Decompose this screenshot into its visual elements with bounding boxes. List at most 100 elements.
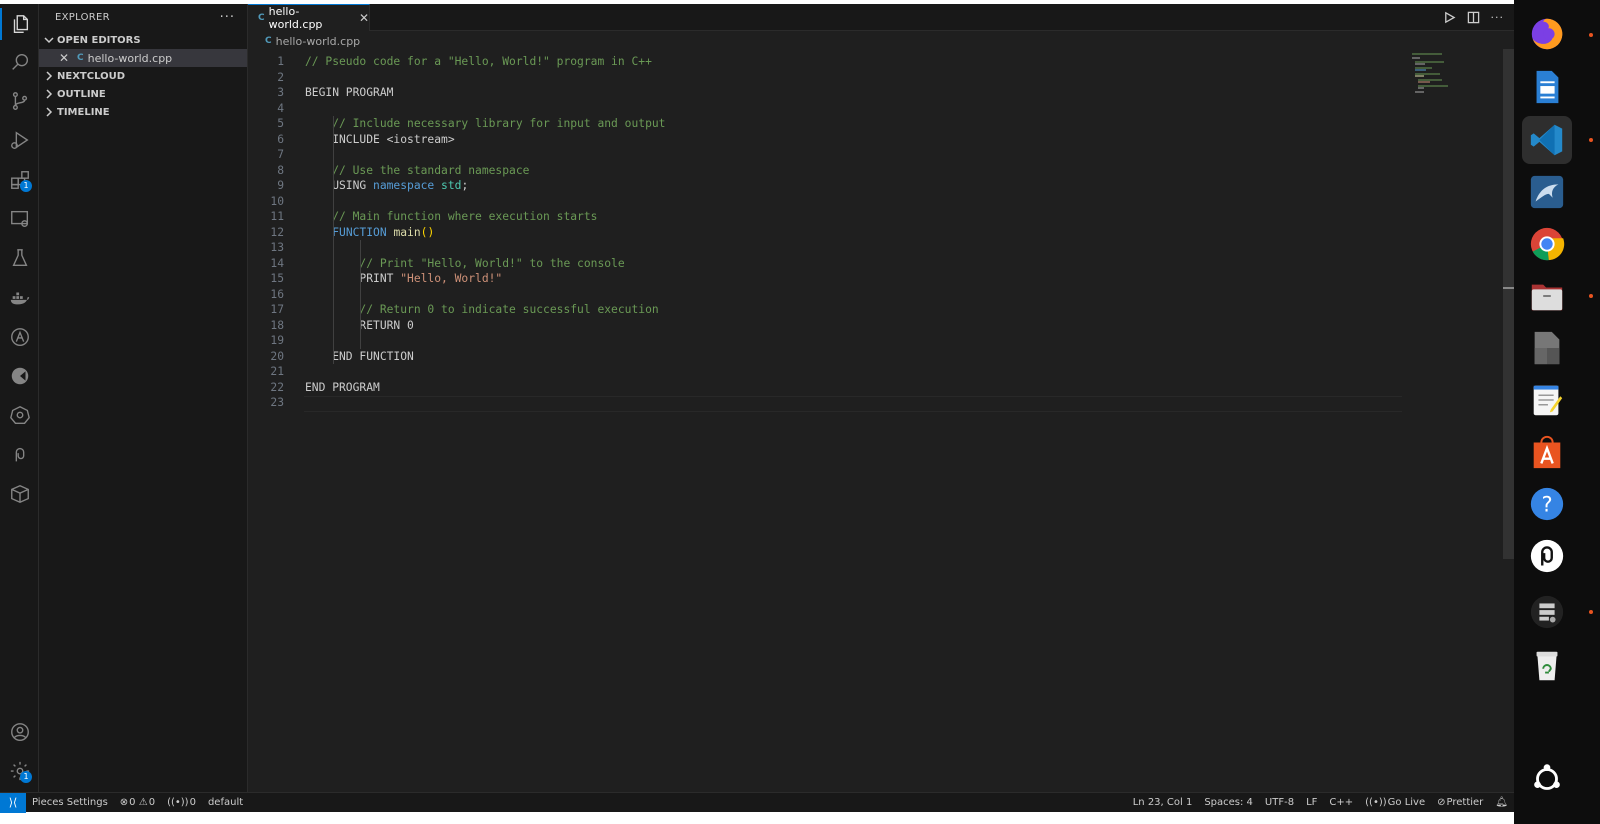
ports-indicator[interactable]: ((•)) 0 [161, 797, 202, 808]
code-editor[interactable]: 1 // Pseudo code for a "Hello, World!" pr… [248, 49, 1504, 792]
chrome-icon[interactable] [1522, 220, 1572, 268]
language-mode[interactable]: C++ [1323, 797, 1359, 808]
line-number: 18 [270, 318, 284, 332]
tab-label: hello-world.cpp [268, 5, 323, 31]
line-number: 16 [270, 287, 284, 301]
split-editor-icon[interactable] [1467, 11, 1480, 24]
explorer-icon[interactable] [0, 6, 39, 42]
explorer-more-icon[interactable]: ··· [220, 10, 235, 25]
pieces-icon[interactable] [1522, 532, 1572, 580]
text-editor-icon[interactable] [1522, 376, 1572, 424]
status-bar-right: Ln 23, Col 1 Spaces: 4 UTF-8 LF C++ ((•)… [1127, 797, 1514, 808]
writer-icon[interactable] [1522, 63, 1572, 111]
section-label: TIMELINE [57, 106, 110, 118]
minimap[interactable] [1410, 53, 1470, 93]
code-text: // Pseudo code for a "Hello, World!" pro… [305, 55, 652, 68]
vscode-icon[interactable] [1522, 116, 1572, 164]
open-editor-filename: hello-world.cpp [87, 51, 173, 65]
svg-text:?: ? [1541, 493, 1552, 517]
run-icon[interactable] [1443, 11, 1456, 24]
trash-icon[interactable] [1522, 641, 1572, 689]
section-nextcloud[interactable]: NEXTCLOUD [39, 67, 247, 85]
extensions-icon[interactable]: 1 [0, 162, 39, 198]
show-apps-icon[interactable] [1522, 755, 1572, 803]
code-line: 2 [248, 70, 1404, 86]
section-outline[interactable]: OUTLINE [39, 85, 247, 103]
breadcrumb-file[interactable]: hello-world.cpp [276, 35, 361, 48]
code-line: 4 [248, 101, 1404, 117]
code-line: 7 [248, 147, 1404, 163]
accounts-icon[interactable] [0, 714, 39, 750]
problems-indicator[interactable]: ⊗ 0 ⚠ 0 [114, 797, 161, 808]
tab-hello-world[interactable]: C hello-world.cpp ✕ [248, 4, 370, 31]
app-center-icon[interactable] [1522, 428, 1572, 476]
kubernetes-icon[interactable] [0, 397, 39, 433]
indent-guide [333, 116, 334, 364]
remote-indicator-icon[interactable]: ⟩⟨ [0, 792, 26, 813]
code-line: 21 [248, 364, 1404, 380]
code-line: 20 END FUNCTION [248, 349, 1404, 365]
cursor-position[interactable]: Ln 23, Col 1 [1127, 797, 1199, 808]
notifications-bell-icon[interactable]: 🔔︎ [1489, 797, 1514, 808]
settings-gear-icon[interactable]: 1 [0, 753, 39, 789]
pieces-icon[interactable] [0, 436, 39, 472]
run-debug-icon[interactable] [0, 122, 39, 158]
indent-guide [360, 240, 361, 349]
docker-icon[interactable] [0, 280, 39, 316]
help-icon[interactable]: ? [1522, 480, 1572, 528]
gitlens-icon[interactable] [0, 358, 39, 394]
angular-icon[interactable] [0, 319, 39, 355]
code-line: 19 [248, 333, 1404, 349]
line-number: 23 [270, 396, 284, 409]
line-number: 8 [277, 163, 284, 177]
vscode-window: 1 1 EXPLORER ··· OPEN EDITORS ✕ C hello-… [0, 4, 1514, 813]
go-live-label: Go Live [1387, 797, 1426, 808]
extensions-badge: 1 [20, 180, 32, 192]
close-icon[interactable]: ✕ [359, 11, 369, 25]
chevron-right-icon [43, 70, 55, 82]
close-icon[interactable]: ✕ [59, 51, 73, 65]
source-control-icon[interactable] [0, 83, 39, 119]
code-text: INCLUDE <iostream> [305, 132, 455, 146]
server-icon[interactable] [1522, 588, 1572, 636]
vertical-scrollbar[interactable] [1503, 49, 1514, 559]
activity-bar: 1 1 [0, 4, 39, 792]
go-live-button[interactable]: ((•)) Go Live [1359, 797, 1431, 808]
files-icon[interactable] [1522, 272, 1572, 320]
running-indicator [1589, 610, 1593, 614]
line-number: 9 [277, 179, 284, 192]
prettier-button[interactable]: ⊘ Prettier [1431, 797, 1489, 808]
code-line: 10 [248, 194, 1404, 210]
testing-icon[interactable] [0, 240, 39, 276]
open-editors-section[interactable]: OPEN EDITORS [39, 31, 247, 49]
pieces-settings[interactable]: Pieces Settings [26, 797, 114, 808]
cpp-file-icon: C [77, 53, 84, 63]
editor-actions: ··· [1443, 4, 1505, 31]
profile-indicator[interactable]: default [202, 797, 249, 808]
ubuntu-dock: ? [1514, 0, 1600, 824]
chevron-right-icon [43, 106, 55, 118]
document-viewer-icon[interactable] [1522, 324, 1572, 372]
package-icon[interactable] [0, 476, 39, 512]
more-actions-icon[interactable]: ··· [1491, 11, 1505, 24]
line-number: 11 [270, 210, 284, 223]
code-line: 8 // Use the standard namespace [248, 163, 1404, 179]
encoding[interactable]: UTF-8 [1259, 797, 1300, 808]
code-line: 23 [248, 395, 1404, 411]
line-number: 21 [270, 365, 284, 378]
firefox-icon[interactable] [1522, 10, 1572, 58]
end-of-line[interactable]: LF [1300, 797, 1323, 808]
section-timeline[interactable]: TIMELINE [39, 103, 247, 121]
search-icon[interactable] [0, 44, 39, 80]
line-number: 10 [270, 194, 284, 208]
code-line: 15 PRINT "Hello, World!" [248, 271, 1404, 287]
breadcrumb[interactable]: C hello-world.cpp [265, 33, 360, 49]
code-line: 12 FUNCTION main() [248, 225, 1404, 241]
broadcast-icon: ((•)) [167, 797, 190, 808]
remote-explorer-icon[interactable] [0, 201, 39, 237]
indentation[interactable]: Spaces: 4 [1198, 797, 1259, 808]
mysql-workbench-icon[interactable] [1522, 168, 1572, 216]
open-editor-item[interactable]: ✕ C hello-world.cpp [39, 49, 247, 67]
ports-count: 0 [189, 797, 196, 808]
explorer-title: EXPLORER [55, 12, 110, 23]
